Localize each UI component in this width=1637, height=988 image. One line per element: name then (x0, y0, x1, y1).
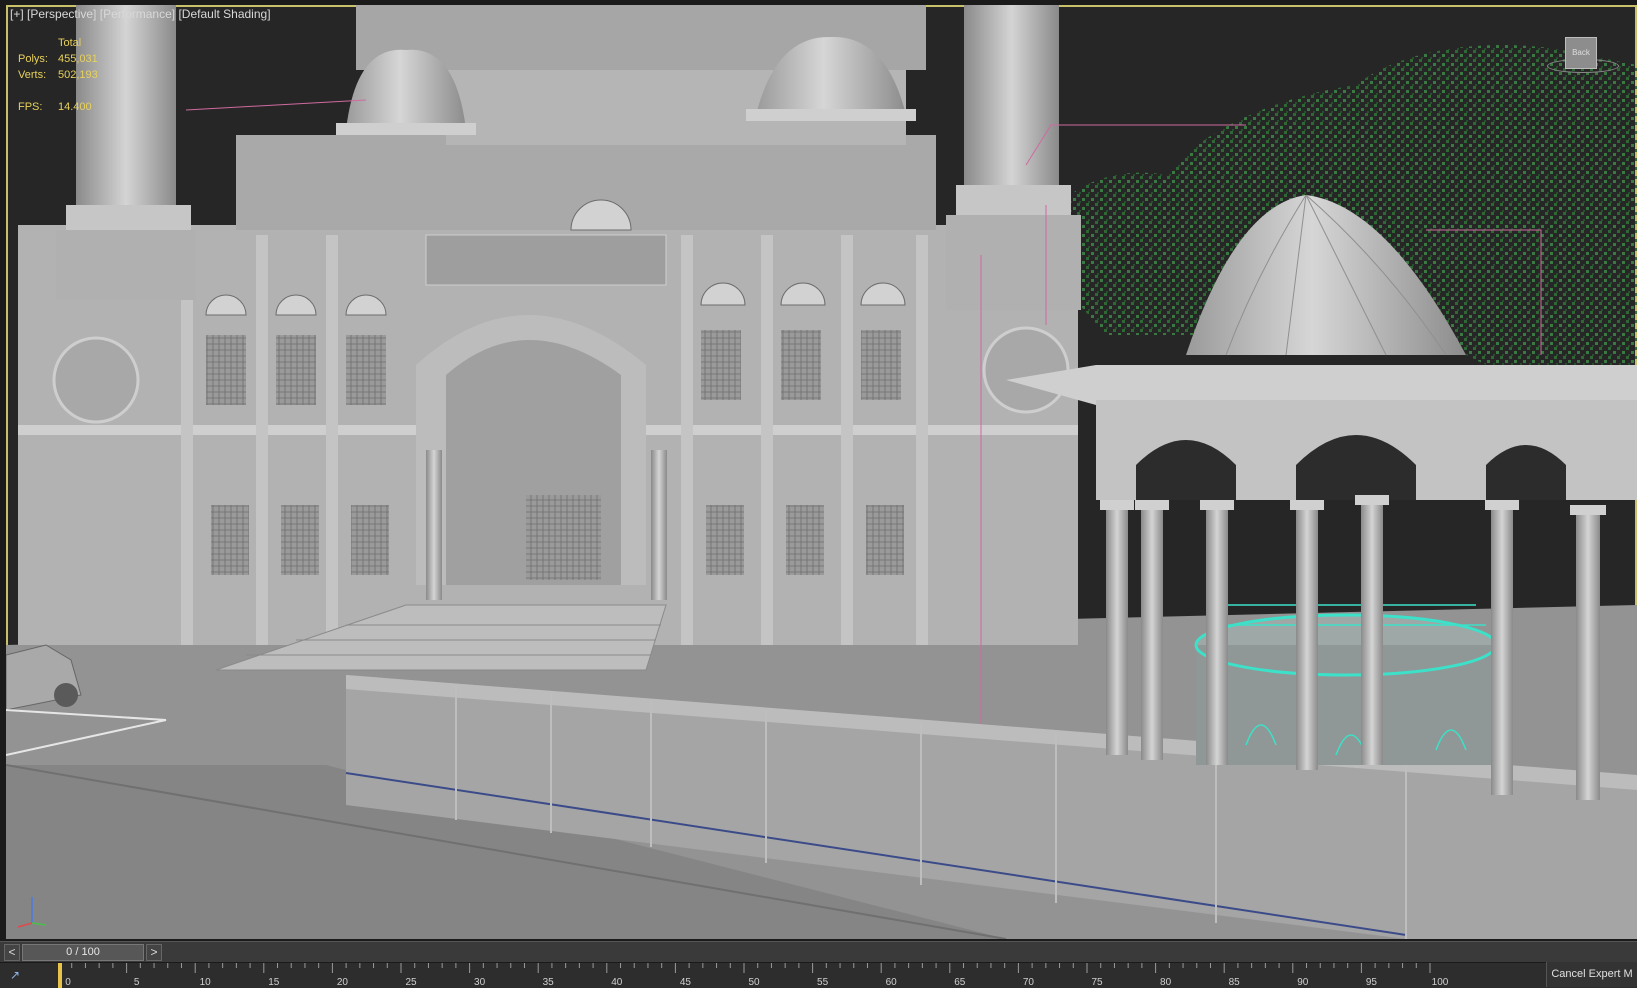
stats-verts-value: 502,193 (58, 69, 98, 81)
viewport-view-menu[interactable]: [Perspective] (27, 7, 96, 21)
ruler-tick-label: 85 (1229, 977, 1241, 988)
ruler-tick-label: 65 (954, 977, 966, 988)
ruler-tick-label: 75 (1091, 977, 1103, 988)
scene-render (6, 5, 1637, 939)
ruler-tick-label: 35 (543, 977, 555, 988)
ruler-tick-label: 95 (1366, 977, 1378, 988)
axis-gizmo (17, 897, 47, 928)
previous-frame-button[interactable]: < (4, 944, 20, 961)
frame-ruler[interactable]: 0 5 10 15 20 25 30 35 40 45 50 55 60 65 70 75 80 85 90 95 10… (58, 963, 1498, 988)
stats-polys-label: Polys: (18, 53, 48, 65)
viewport-label-menu: [+] [Perspective] [Performance] [Default… (10, 7, 271, 21)
stats-fps-label: FPS: (18, 101, 43, 113)
ruler-tick-label: 80 (1160, 977, 1172, 988)
mosque-building (18, 5, 1078, 671)
ruler-tick-label: 30 (474, 977, 486, 988)
viewcube[interactable]: Back (1565, 37, 1597, 69)
ruler-tick-label: 45 (680, 977, 692, 988)
stats-verts-label: Verts: (18, 69, 47, 81)
viewport-shading-menu[interactable]: [Default Shading] (178, 7, 270, 21)
time-slider-bar: < 0 / 100 > (0, 941, 1637, 962)
viewport-statistics: Total Polys: 455,031 Verts: 502,193 FPS: 14… (18, 35, 98, 115)
ruler-tick-label: 70 (1023, 977, 1035, 988)
ruler-tick-label: 5 (134, 977, 140, 988)
viewcube-face-label: Back (1572, 48, 1590, 57)
ruler-tick-label: 50 (748, 977, 760, 988)
viewport-performance-menu[interactable]: [Performance] (100, 7, 175, 21)
track-bar[interactable]: ↗ 0 5 10 15 20 25 30 35 40 45 50 55 60 65 70 75 80 85 90 95… (0, 962, 1637, 988)
stats-polys-value: 455,031 (58, 53, 98, 65)
ruler-tick-label: 15 (268, 977, 280, 988)
ruler-tick-label: 60 (886, 977, 898, 988)
perspective-viewport[interactable]: [+] [Perspective] [Performance] [Default… (6, 5, 1637, 939)
minaret-right (946, 5, 1081, 310)
cancel-expert-mode-button[interactable]: Cancel Expert M (1546, 962, 1637, 987)
ruler-tick-label: 0 (65, 977, 71, 988)
next-frame-button[interactable]: > (146, 944, 162, 961)
ruler-tick-label: 20 (337, 977, 349, 988)
viewport-plus-menu[interactable]: [+] (10, 7, 24, 21)
ruler-tick-label: 100 (1432, 977, 1449, 988)
current-frame-marker[interactable] (58, 963, 62, 988)
stats-fps-value: 14.400 (58, 101, 92, 113)
ruler-tick-label: 40 (611, 977, 623, 988)
curve-editor-icon[interactable]: ↗ (10, 965, 50, 985)
ruler-tick-label: 90 (1297, 977, 1309, 988)
time-slider[interactable]: 0 / 100 (22, 944, 144, 961)
ruler-tick-label: 55 (817, 977, 829, 988)
stats-total-header: Total (58, 37, 82, 49)
ruler-tick-label: 10 (200, 977, 212, 988)
ruler-tick-label: 25 (405, 977, 417, 988)
